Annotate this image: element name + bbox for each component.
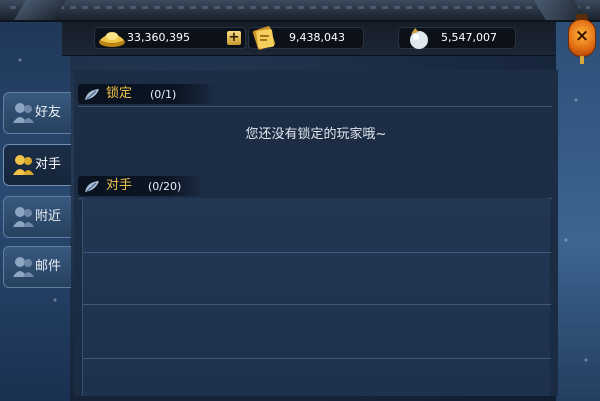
gold-ticket-icon [249,24,279,59]
lantern-tassel [580,56,584,64]
mail-icon [11,253,37,285]
gold-ingot-icon [97,24,127,57]
opponents-title: 对手 [106,178,133,193]
main-panel: 锁定 (0/1) 您还没有锁定的玩家哦~ 对手 (0/20) [74,70,558,396]
tab-friends-label: 好友 [35,105,62,120]
locked-divider [78,106,552,107]
tab-friends[interactable]: 好友 [3,92,71,134]
resource-bar: 33,360,395 + 9,438,043 5,547,007 [62,22,554,56]
pearl-icon [405,24,433,59]
gold-value: 33,360,395 [127,31,190,44]
locked-title: 锁定 [106,86,133,101]
tab-nearby-label: 附近 [35,209,62,224]
opponents-count: (0/20) [148,180,182,193]
tab-mail[interactable]: 邮件 [3,246,71,288]
roof-bar [0,0,600,22]
pearls-value: 5,547,007 [441,31,497,44]
list-row-divider [83,252,551,253]
add-gold-button[interactable]: + [227,31,241,45]
game-screen: 33,360,395 + 9,438,043 5,547,007 × 好友 对手… [0,0,600,401]
gold-counter: 33,360,395 + [94,27,246,49]
locked-section-header: 锁定 (0/1) [74,82,554,106]
friends-icon [11,99,37,131]
opponents-icon [11,151,37,183]
tickets-counter: 9,438,043 [248,26,364,50]
leaf-emblem-icon [84,179,100,198]
locked-count: (0/1) [150,88,177,101]
opponents-list[interactable] [82,198,551,396]
pearls-counter: 5,547,007 [398,27,516,49]
list-row-divider [83,304,551,305]
close-button[interactable]: × [568,14,596,64]
close-icon: × [574,26,590,46]
tab-nearby[interactable]: 附近 [3,196,71,238]
tab-opponents[interactable]: 对手 [3,144,71,186]
opponents-section-header: 对手 (0/20) [74,174,554,198]
list-row-divider [83,358,551,359]
tickets-value: 9,438,043 [289,31,345,44]
locked-empty-message: 您还没有锁定的玩家哦~ [245,127,387,142]
tab-mail-label: 邮件 [35,259,62,274]
leaf-emblem-icon [84,87,100,106]
nearby-icon [11,203,37,235]
tab-opponents-label: 对手 [35,157,62,172]
